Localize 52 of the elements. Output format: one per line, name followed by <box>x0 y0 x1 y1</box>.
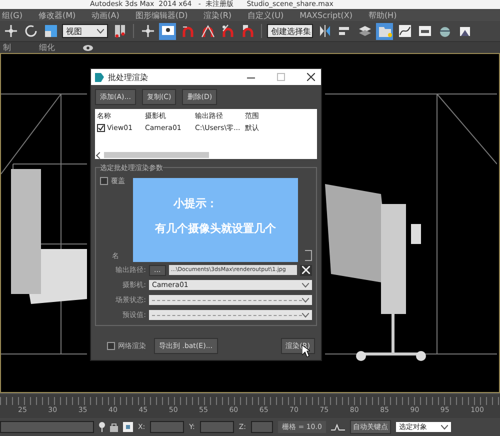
magnet-icon[interactable] <box>180 24 194 38</box>
y-field[interactable] <box>200 421 234 433</box>
scale-icon[interactable] <box>44 24 58 38</box>
tip-text: 有几个摄像头就设置几个 <box>155 221 276 236</box>
input-field[interactable] <box>0 421 94 433</box>
viewport-label[interactable]: 细化 <box>39 42 55 53</box>
lock-icon[interactable] <box>110 422 118 432</box>
move-icon[interactable] <box>140 24 154 38</box>
caret-icon <box>302 298 309 302</box>
checkbox[interactable] <box>100 177 108 185</box>
percent-snap-icon[interactable] <box>220 24 234 38</box>
caret-icon <box>302 312 309 318</box>
rotate-icon[interactable] <box>24 24 38 38</box>
close-icon[interactable] <box>307 73 315 81</box>
curve-icon[interactable] <box>330 423 345 431</box>
eye-icon[interactable] <box>83 44 93 50</box>
angle-snap-icon[interactable] <box>200 24 214 38</box>
schematic-icon[interactable] <box>418 24 432 38</box>
caret-icon <box>302 282 309 288</box>
clear-icon[interactable] <box>302 266 310 274</box>
caret-icon <box>97 28 104 34</box>
menu-item[interactable]: 修改器(M) <box>38 10 76 20</box>
name-field[interactable] <box>305 250 312 261</box>
align-icon[interactable] <box>338 24 352 38</box>
menu-item[interactable]: 图形编辑器(D) <box>135 10 188 20</box>
move-icon[interactable] <box>4 24 18 38</box>
menu-item[interactable]: 组(G) <box>2 10 22 20</box>
menu-item[interactable]: MAXScript(X) <box>300 10 352 20</box>
layers-icon[interactable] <box>358 24 372 38</box>
pin-icon[interactable] <box>99 422 105 432</box>
menu-item[interactable]: 帮助(H) <box>368 10 397 20</box>
viewport-label[interactable]: 制 <box>3 42 11 53</box>
curve-editor-icon[interactable] <box>398 24 412 38</box>
x-field[interactable] <box>150 421 184 433</box>
render-icon[interactable] <box>458 24 472 38</box>
menu-item[interactable]: 动画(A) <box>92 10 120 20</box>
caret-icon <box>440 424 448 430</box>
checkbox[interactable] <box>107 342 115 350</box>
dialog-title: 批处理渲染 <box>108 72 148 82</box>
mirror-icon[interactable] <box>318 24 332 38</box>
tip-title: 小提示： <box>174 196 218 211</box>
pivot-icon[interactable] <box>112 24 126 38</box>
z-field[interactable] <box>251 421 274 433</box>
dropdown[interactable]: 视图 <box>62 24 108 38</box>
monitor-icon[interactable] <box>160 24 174 38</box>
dropdown[interactable]: 创建选择集 <box>267 24 313 38</box>
menu-item[interactable]: 自定义(U) <box>248 10 284 20</box>
grid-icon[interactable] <box>123 422 133 432</box>
menu-item[interactable]: 渲染(R) <box>204 10 232 20</box>
app-icon <box>95 72 104 82</box>
spinner-snap-icon[interactable] <box>240 24 254 38</box>
checkbox[interactable] <box>97 124 105 132</box>
